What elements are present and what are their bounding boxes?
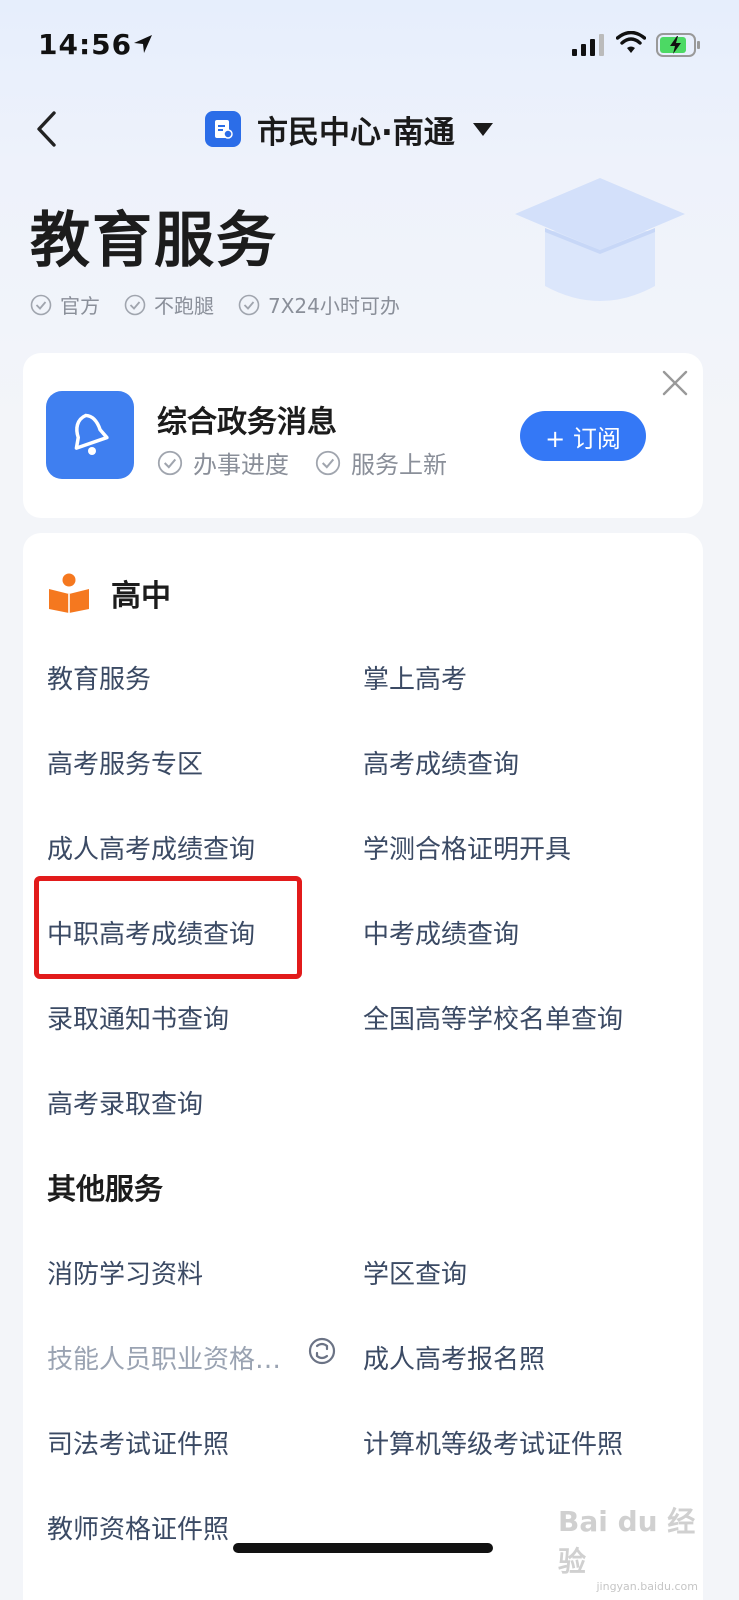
service-item[interactable]: 高考成绩查询 bbox=[363, 744, 519, 781]
service-item[interactable]: 司法考试证件照 bbox=[47, 1424, 229, 1461]
service-item[interactable]: 学区查询 bbox=[363, 1254, 467, 1291]
service-item[interactable]: 掌上高考 bbox=[363, 659, 467, 696]
notice-tags: 办事进度 服务上新 bbox=[157, 445, 447, 480]
service-item[interactable]: 学测合格证明开具 bbox=[363, 829, 571, 866]
other-services-title: 其他服务 bbox=[47, 1172, 164, 1206]
service-item[interactable]: 高考录取查询 bbox=[47, 1084, 203, 1121]
nav-title: 市民中心·南通 bbox=[257, 114, 455, 151]
section-header-high-school: 高中 bbox=[47, 571, 171, 615]
service-item[interactable]: 中考成绩查询 bbox=[363, 914, 519, 951]
check-circle-icon bbox=[124, 294, 146, 315]
service-item[interactable]: 消防学习资料 bbox=[47, 1254, 203, 1291]
notice-title: 综合政务消息 bbox=[157, 405, 337, 440]
tag-no-trip: 不跑腿 bbox=[124, 290, 214, 319]
subscription-card: 综合政务消息 办事进度 服务上新 + 订阅 bbox=[23, 353, 703, 518]
city-selector[interactable]: 市民中心·南通 bbox=[205, 106, 493, 152]
close-button[interactable] bbox=[657, 365, 693, 401]
tag-official: 官方 bbox=[30, 290, 100, 319]
hero-tags: 官方 不跑腿 7X24小时可办 bbox=[30, 290, 400, 319]
check-circle-icon bbox=[30, 294, 52, 315]
service-item-highlighted[interactable]: 中职高考成绩查询 bbox=[47, 914, 255, 951]
status-bar: 14:56 bbox=[0, 0, 739, 92]
service-item[interactable]: 教育服务 bbox=[47, 659, 151, 696]
document-icon bbox=[205, 111, 241, 147]
check-circle-icon bbox=[238, 294, 260, 315]
service-item[interactable]: 成人高考成绩查询 bbox=[47, 829, 255, 866]
close-icon bbox=[662, 370, 688, 396]
service-item-disabled[interactable]: 技能人员职业资格… bbox=[47, 1339, 281, 1376]
chevron-left-icon bbox=[37, 111, 56, 147]
check-circle-icon bbox=[157, 450, 183, 475]
tag-new-service: 服务上新 bbox=[315, 445, 447, 480]
status-time: 14:56 bbox=[38, 28, 133, 61]
service-list-card: 高中 教育服务 掌上高考 高考服务专区 高考成绩查询 成人高考成绩查询 学测合格… bbox=[23, 533, 703, 1600]
unavailable-icon bbox=[308, 1337, 336, 1365]
service-item[interactable]: 计算机等级考试证件照 bbox=[363, 1424, 623, 1461]
subscribe-button[interactable]: + 订阅 bbox=[520, 411, 646, 461]
reading-person-icon bbox=[49, 573, 89, 613]
bell-icon bbox=[46, 391, 134, 479]
service-item[interactable]: 录取通知书查询 bbox=[47, 999, 229, 1036]
service-item[interactable]: 成人高考报名照 bbox=[363, 1339, 545, 1376]
section-title: 高中 bbox=[111, 579, 171, 614]
tag-24h: 7X24小时可办 bbox=[238, 290, 400, 319]
wifi-icon bbox=[616, 31, 646, 53]
watermark-text: Bai du 经验 bbox=[558, 1505, 696, 1578]
page-title: 教育服务 bbox=[30, 206, 278, 276]
caret-down-icon bbox=[472, 122, 493, 136]
watermark-url: jingyan.baidu.com bbox=[596, 1580, 698, 1593]
location-arrow-icon bbox=[134, 35, 152, 53]
watermark: Bai du 经验 jingyan.baidu.com bbox=[558, 1500, 698, 1593]
home-indicator[interactable] bbox=[233, 1543, 493, 1553]
service-item[interactable]: 全国高等学校名单查询 bbox=[363, 999, 623, 1036]
back-button[interactable] bbox=[24, 104, 68, 154]
check-circle-icon bbox=[315, 450, 341, 475]
cellular-signal-icon bbox=[572, 34, 604, 56]
service-item[interactable]: 高考服务专区 bbox=[47, 744, 203, 781]
tag-progress: 办事进度 bbox=[157, 445, 289, 480]
battery-icon bbox=[656, 33, 700, 57]
graduation-cap-icon bbox=[515, 178, 685, 301]
service-item[interactable]: 教师资格证件照 bbox=[47, 1509, 229, 1546]
